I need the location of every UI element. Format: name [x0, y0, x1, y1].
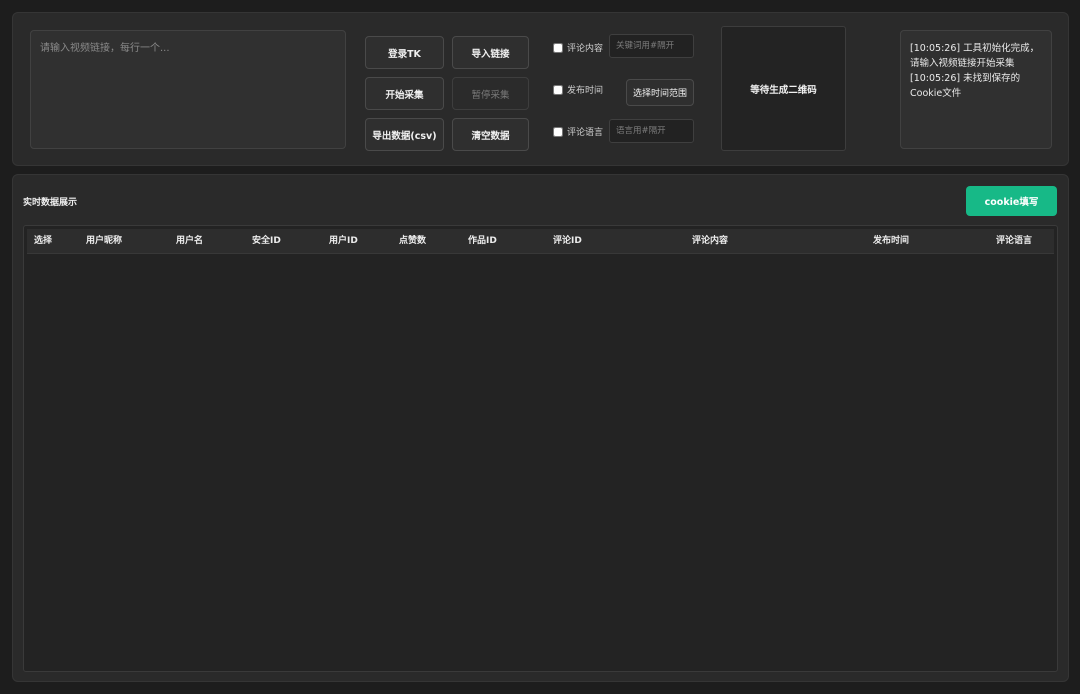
import-links-button[interactable]: 导入链接: [452, 36, 529, 69]
publish-time-option[interactable]: 发布时间: [553, 83, 603, 96]
login-tk-button[interactable]: 登录TK: [365, 36, 444, 69]
comment-content-label: 评论内容: [567, 44, 604, 54]
column-header-username[interactable]: 用户名: [176, 229, 203, 254]
data-panel: 实时数据展示 cookie填写 选择 用户昵称 用户名 安全ID 用户ID 点赞…: [12, 174, 1069, 682]
publish-time-checkbox[interactable]: [553, 84, 563, 95]
column-header-nickname[interactable]: 用户昵称: [86, 229, 122, 254]
video-links-input[interactable]: [30, 30, 346, 149]
log-panel: [10:05:26] 工具初始化完成， 请输入视频链接开始采集 [10:05:2…: [900, 30, 1052, 149]
log-line: [10:05:26] 未找到保存的: [910, 73, 1021, 84]
export-csv-button[interactable]: 导出数据(csv): [365, 118, 444, 151]
column-header-likes[interactable]: 点赞数: [399, 229, 426, 254]
column-header-video-id[interactable]: 作品ID: [468, 229, 497, 254]
qr-code-box: 等待生成二维码: [721, 26, 846, 151]
cookie-fill-button[interactable]: cookie填写: [966, 186, 1057, 216]
comment-language-option[interactable]: 评论语言: [553, 125, 603, 138]
start-collect-button[interactable]: 开始采集: [365, 77, 444, 110]
control-panel: 登录TK 导入链接 开始采集 暂停采集 导出数据(csv) 清空数据 评论内容 …: [12, 12, 1069, 166]
column-header-comment-language[interactable]: 评论语言: [996, 229, 1032, 254]
publish-time-label: 发布时间: [567, 86, 604, 96]
log-line: Cookie文件: [910, 88, 962, 99]
comment-content-checkbox[interactable]: [553, 42, 563, 53]
clear-data-button[interactable]: 清空数据: [452, 118, 529, 151]
log-line: [10:05:26] 工具初始化完成，: [910, 43, 1040, 54]
data-table[interactable]: 选择 用户昵称 用户名 安全ID 用户ID 点赞数 作品ID 评论ID 评论内容…: [23, 225, 1058, 672]
column-header-comment-id[interactable]: 评论ID: [553, 229, 582, 254]
comment-content-option[interactable]: 评论内容: [553, 41, 603, 54]
qr-status-text: 等待生成二维码: [750, 84, 817, 96]
column-header-user-id[interactable]: 用户ID: [329, 229, 358, 254]
log-line: 请输入视频链接开始采集: [910, 58, 1015, 69]
column-header-sec-id[interactable]: 安全ID: [252, 229, 281, 254]
select-time-range-button[interactable]: 选择时间范围: [626, 79, 694, 106]
comment-language-label: 评论语言: [567, 128, 604, 138]
keyword-input[interactable]: [609, 34, 694, 58]
language-input[interactable]: [609, 119, 694, 143]
pause-collect-button[interactable]: 暂停采集: [452, 77, 529, 110]
column-header-publish-time[interactable]: 发布时间: [873, 229, 909, 254]
column-header-comment-content[interactable]: 评论内容: [692, 229, 728, 254]
comment-language-checkbox[interactable]: [553, 126, 563, 137]
column-header-select[interactable]: 选择: [34, 229, 52, 254]
section-title: 实时数据展示: [23, 198, 78, 208]
table-header: 选择 用户昵称 用户名 安全ID 用户ID 点赞数 作品ID 评论ID 评论内容…: [27, 229, 1054, 254]
